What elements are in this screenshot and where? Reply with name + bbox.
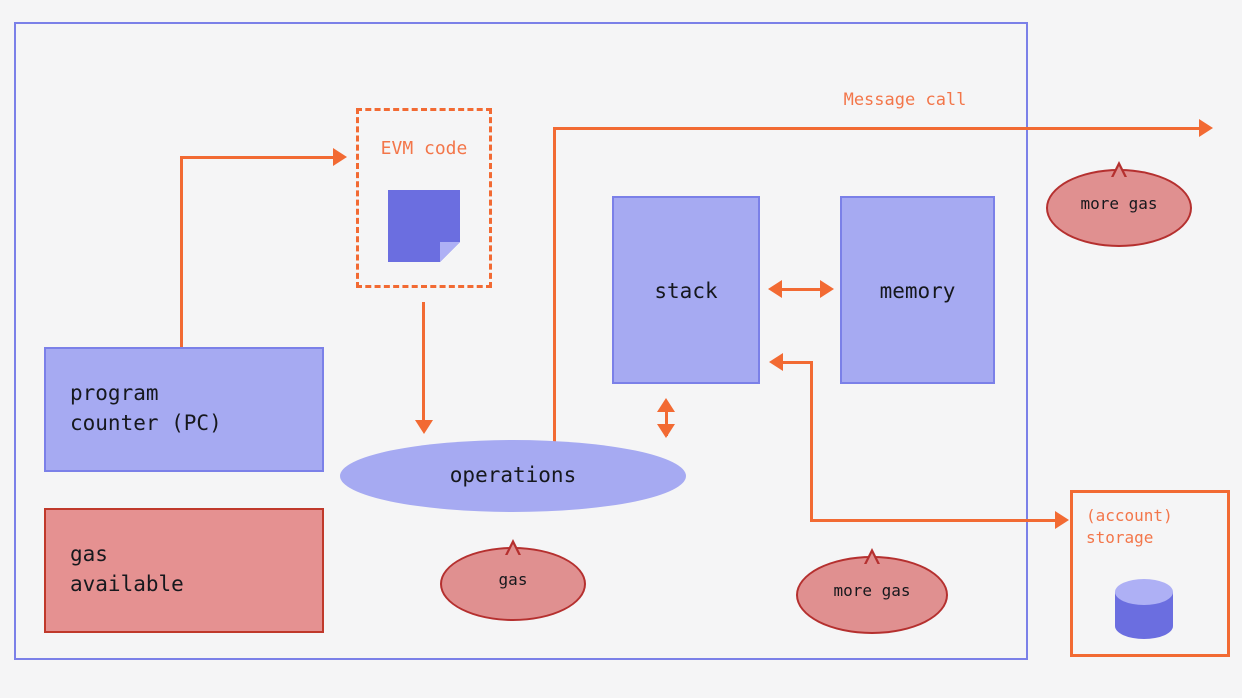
callout-more-gas-storage: more gas <box>796 548 948 634</box>
stack-to-storage-arrowhead <box>1055 511 1069 529</box>
stack-to-storage-line <box>810 519 1057 522</box>
callout-tail <box>505 539 521 556</box>
storage-to-stack-riser <box>810 361 813 521</box>
callout-tail <box>864 548 880 565</box>
code-to-operations-arrowhead <box>415 420 433 434</box>
pc-to-code-line <box>180 156 335 159</box>
stack-label: stack <box>654 279 718 303</box>
storage-to-stack-arrowhead <box>769 353 783 371</box>
callout-label: more gas <box>1080 194 1158 213</box>
message-call-arrowhead <box>1199 119 1213 137</box>
code-to-operations-line <box>422 302 425 422</box>
program-counter-label: program counter (PC) <box>70 381 222 435</box>
stack-operations-arrowhead-down <box>657 424 675 438</box>
message-call-line <box>553 127 1201 130</box>
stack-memory-arrowhead-left <box>768 280 782 298</box>
evm-code-label: EVM code <box>380 138 468 159</box>
callout-gas-operations: gas <box>440 539 586 621</box>
operations-label: operations <box>449 463 577 487</box>
document-icon <box>388 190 460 262</box>
callout-label: more gas <box>833 581 911 600</box>
message-call-label: Message call <box>843 90 967 110</box>
pc-to-code-riser <box>180 156 183 348</box>
pc-to-code-arrowhead <box>333 148 347 166</box>
memory-label: memory <box>879 279 956 303</box>
gas-available-label: gas available <box>70 542 184 596</box>
stack-operations-arrowhead-up <box>657 398 675 412</box>
storage-label: (account) storage <box>1086 506 1173 547</box>
stack-memory-arrowhead-right <box>820 280 834 298</box>
storage-to-stack-line <box>783 361 813 364</box>
evm-diagram: Message call EVM code program counter (P… <box>0 0 1242 698</box>
database-icon <box>1115 579 1173 639</box>
callout-more-gas-message-call: more gas <box>1046 161 1192 247</box>
operations-to-messagecall-riser <box>553 127 556 451</box>
stack-memory-line <box>780 288 822 291</box>
callout-tail <box>1111 161 1127 178</box>
callout-label: gas <box>498 570 528 589</box>
